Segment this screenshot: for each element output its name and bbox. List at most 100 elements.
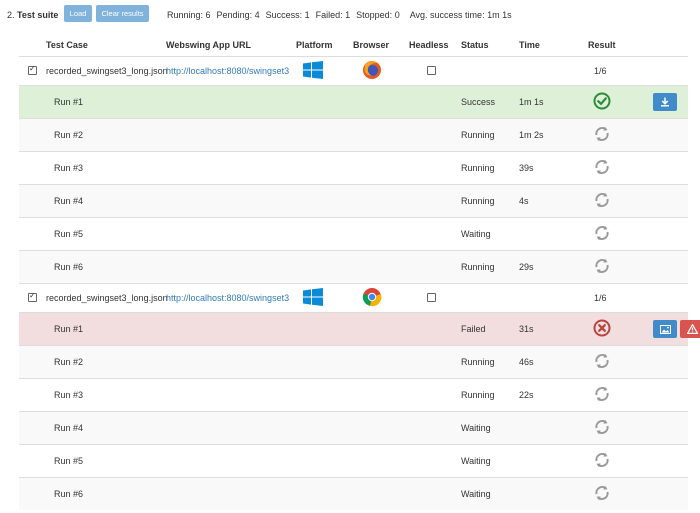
run-time: 1m 2s bbox=[519, 118, 588, 152]
stat-running: Running: 6 bbox=[167, 10, 211, 20]
result-summary: 1/6 bbox=[594, 66, 607, 76]
run-time: 29s bbox=[519, 250, 588, 284]
run-row: Run #3 Running 22s bbox=[19, 378, 688, 412]
stat-success: Success: 1 bbox=[265, 10, 310, 20]
headless-checkbox[interactable] bbox=[427, 292, 436, 302]
windows-icon bbox=[303, 61, 323, 81]
run-status: Waiting bbox=[461, 217, 519, 251]
run-status: Waiting bbox=[461, 477, 519, 510]
refresh-icon bbox=[593, 224, 611, 244]
run-row: Run #5 Waiting bbox=[19, 444, 688, 478]
headless-checkbox[interactable] bbox=[427, 65, 436, 75]
header-time: Time bbox=[519, 40, 540, 50]
app-url-link[interactable]: http://localhost:8080/swingset3 bbox=[166, 283, 296, 313]
run-row: Run #4 Waiting bbox=[19, 411, 688, 445]
suite-stats: Running: 6 Pending: 4 Success: 1 Failed: 1 S… bbox=[167, 10, 518, 20]
run-time: 31s bbox=[519, 312, 588, 346]
select-checkbox[interactable] bbox=[28, 64, 37, 75]
run-status: Waiting bbox=[461, 411, 519, 445]
run-status: Running bbox=[461, 250, 519, 284]
download-button[interactable] bbox=[653, 93, 677, 111]
run-status: Running bbox=[461, 151, 519, 185]
screenshot-button[interactable] bbox=[653, 320, 677, 338]
header-test-case: Test Case bbox=[46, 40, 88, 50]
run-label: Run #3 bbox=[46, 378, 166, 412]
run-label: Run #6 bbox=[46, 477, 166, 510]
refresh-icon bbox=[593, 125, 611, 145]
run-label: Run #5 bbox=[46, 444, 166, 478]
suite-title: 2. Test suite bbox=[7, 10, 58, 20]
run-status: Running bbox=[461, 378, 519, 412]
run-row: Run #5 Waiting bbox=[19, 217, 688, 251]
table-header: Test Case Webswing App URL Platform Brow… bbox=[19, 34, 688, 57]
chrome-icon bbox=[362, 287, 382, 309]
refresh-icon bbox=[593, 352, 611, 372]
run-time: 39s bbox=[519, 151, 588, 185]
run-label: Run #5 bbox=[46, 217, 166, 251]
run-row: Run #3 Running 39s bbox=[19, 151, 688, 185]
toolbar: 2. Test suite Load Clear results Running… bbox=[0, 0, 700, 28]
stat-stopped: Stopped: 0 bbox=[356, 10, 400, 20]
refresh-icon bbox=[593, 418, 611, 438]
run-label: Run #1 bbox=[46, 85, 166, 119]
load-button[interactable]: Load bbox=[64, 5, 92, 22]
run-time: 1m 1s bbox=[519, 85, 588, 119]
refresh-icon bbox=[593, 257, 611, 277]
run-label: Run #2 bbox=[46, 345, 166, 379]
test-case-row: recorded_swingset3_long.jsonhttp://local… bbox=[19, 283, 688, 313]
error-details-button[interactable] bbox=[680, 320, 700, 338]
run-time: 4s bbox=[519, 184, 588, 218]
warning-icon bbox=[686, 324, 698, 334]
stat-pending: Pending: 4 bbox=[216, 10, 260, 20]
run-label: Run #1 bbox=[46, 312, 166, 346]
windows-icon bbox=[303, 288, 323, 308]
check-circle-icon bbox=[593, 92, 611, 112]
result-summary: 1/6 bbox=[594, 293, 607, 303]
run-status: Success bbox=[461, 85, 519, 119]
download-icon bbox=[660, 97, 670, 107]
refresh-icon bbox=[593, 385, 611, 405]
run-status: Running bbox=[461, 184, 519, 218]
run-row: Run #6 Running 29s bbox=[19, 250, 688, 284]
run-row: Run #4 Running 4s bbox=[19, 184, 688, 218]
header-browser: Browser bbox=[353, 40, 390, 50]
suite-index: 2. bbox=[7, 10, 15, 20]
run-status: Failed bbox=[461, 312, 519, 346]
header-app-url: Webswing App URL bbox=[166, 40, 251, 50]
header-select bbox=[19, 34, 46, 57]
run-row: Run #2 Running 1m 2s bbox=[19, 118, 688, 152]
run-label: Run #3 bbox=[46, 151, 166, 185]
run-time: 46s bbox=[519, 345, 588, 379]
test-case-row: recorded_swingset3_long.jsonhttp://local… bbox=[19, 56, 688, 86]
results-table: Test Case Webswing App URL Platform Brow… bbox=[19, 34, 700, 510]
run-row: Run #2 Running 46s bbox=[19, 345, 688, 379]
refresh-icon bbox=[593, 158, 611, 178]
run-label: Run #4 bbox=[46, 411, 166, 445]
run-label: Run #4 bbox=[46, 184, 166, 218]
header-status: Status bbox=[461, 40, 489, 50]
header-platform: Platform bbox=[296, 40, 333, 50]
test-case-name: recorded_swingset3_long.json bbox=[46, 56, 168, 86]
run-row: Run #1 Success 1m 1s bbox=[19, 85, 688, 119]
refresh-icon bbox=[593, 484, 611, 504]
stat-avg-time: Avg. success time: 1m 1s bbox=[409, 10, 512, 20]
run-label: Run #6 bbox=[46, 250, 166, 284]
refresh-icon bbox=[593, 191, 611, 211]
header-actions bbox=[618, 34, 653, 57]
run-row: Run #6 Waiting bbox=[19, 477, 688, 510]
run-time bbox=[519, 444, 588, 478]
firefox-icon bbox=[362, 60, 382, 82]
run-status: Waiting bbox=[461, 444, 519, 478]
clear-results-button[interactable]: Clear results bbox=[96, 5, 149, 22]
select-checkbox[interactable] bbox=[28, 291, 37, 302]
suite-name: Test suite bbox=[17, 10, 59, 20]
run-time bbox=[519, 477, 588, 510]
run-row: Run #1 Failed 31s bbox=[19, 312, 700, 346]
header-result: Result bbox=[588, 40, 616, 50]
error-circle-icon bbox=[593, 319, 611, 339]
run-time bbox=[519, 217, 588, 251]
run-label: Run #2 bbox=[46, 118, 166, 152]
refresh-icon bbox=[593, 451, 611, 471]
app-url-link[interactable]: http://localhost:8080/swingset3 bbox=[166, 56, 296, 86]
test-case-name: recorded_swingset3_long.json bbox=[46, 283, 168, 313]
